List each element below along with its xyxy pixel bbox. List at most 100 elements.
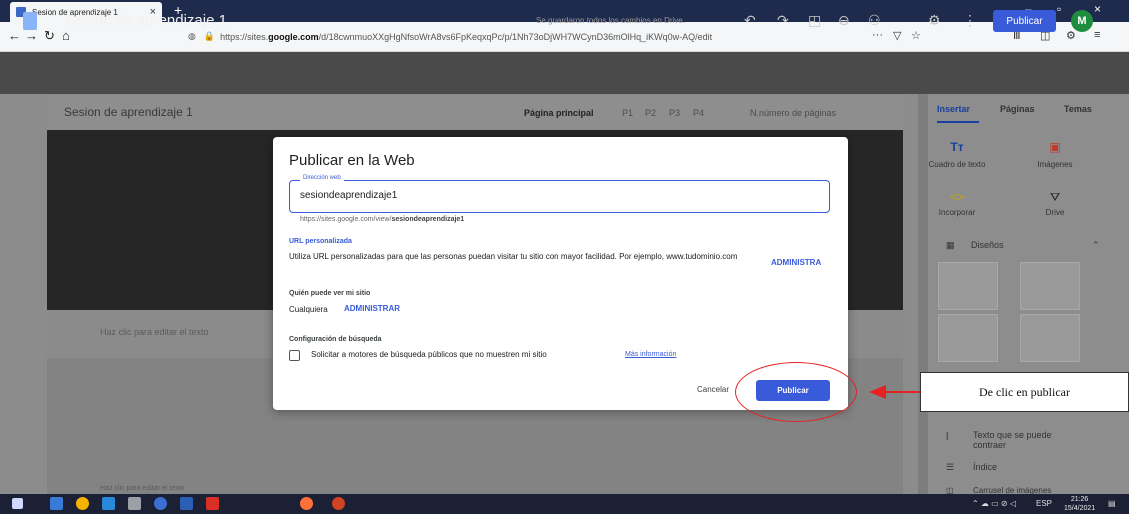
site-document-title[interactable]: Sesión de aprendizaje 1 [66,12,227,29]
reload-icon[interactable]: ↻ [44,28,55,44]
taskbar-app-icon[interactable] [50,497,63,510]
layout-option-1[interactable] [938,262,998,310]
media-icon[interactable] [154,497,167,510]
publish-button-toolbar[interactable]: Publicar [993,10,1056,32]
taskbar-clock[interactable]: 21:26 15/4/2021 [1064,495,1095,513]
pocket-icon[interactable]: ▽ [893,29,901,42]
image-icon[interactable]: ▣ [1025,140,1085,154]
home-icon[interactable]: ⌂ [62,28,70,43]
taskbar [0,494,1129,514]
system-tray-icons[interactable]: ⌃ ☁ ▭ ⊘ ◁ [972,499,1016,508]
sites-logo-icon [23,12,37,30]
tab-pages[interactable]: Páginas [1000,104,1035,114]
preview-icon[interactable]: ◰ [808,12,821,29]
acrobat-icon[interactable] [206,497,219,510]
paint-icon[interactable] [128,497,141,510]
menu-icon[interactable]: ≡ [1094,29,1100,41]
bookmark-star-icon[interactable]: ☆ [911,29,921,42]
highlight-ellipse [735,362,857,422]
save-status: Se guardaron todos los cambios en Drive. [536,16,685,25]
more-vert-icon[interactable]: ⋮ [963,12,977,29]
search-opt-out-checkbox[interactable] [289,350,300,361]
windows-start-icon[interactable] [12,498,23,509]
custom-url-manage-link[interactable]: ADMINISTRA [771,258,821,267]
nav-p3: P3 [669,108,681,118]
site-name: Sesion de aprendizaje 1 [64,105,193,119]
url-preview: https://sites.google.com/view/sesiondeap… [300,216,464,223]
edit-text-hint-2: Haz clic para editar el texto [100,485,185,492]
link-icon[interactable]: ⊖ [838,12,850,29]
custom-url-text: Utiliza URL personalizadas para que las … [289,252,738,261]
layouts-heading[interactable]: Diseños [971,240,1004,250]
layout-option-2[interactable] [1020,262,1080,310]
insert-embed-label[interactable]: Incorporar [927,208,987,217]
edit-text-hint: Haz clic para editar el texto [100,327,209,337]
index-label[interactable]: Índice [973,462,997,472]
web-address-field[interactable]: Dirección web [289,175,830,213]
notifications-icon[interactable]: ▤ [1108,499,1116,508]
collapsible-text-icon: Ī [946,432,949,442]
shield-icon: ◍ [188,31,196,41]
close-window-button[interactable]: × [1094,2,1101,16]
powerpoint-icon[interactable] [332,497,345,510]
url-preview-name: sesiondeaprendizaje1 [391,216,465,223]
index-icon: ☰ [946,462,955,472]
text-box-icon[interactable]: Tт [927,140,987,154]
insert-drive-label[interactable]: Drive [1025,208,1085,217]
language-indicator[interactable]: ESP [1036,499,1052,508]
layout-option-3[interactable] [938,314,998,362]
nav-home: Página principal [524,108,594,118]
collapsible-text-label[interactable]: Texto que se puede contraer [973,430,1053,450]
forward-icon[interactable]: → [25,28,38,43]
embed-icon[interactable]: <> [927,190,987,204]
search-opt-out-label: Solicitar a motores de búsqueda públicos… [311,350,547,359]
url-domain: google.com [268,31,319,42]
cancel-button[interactable]: Cancelar [697,385,729,394]
share-icon[interactable]: ⚇ [868,12,881,29]
tab-themes[interactable]: Temas [1064,104,1092,114]
web-address-input[interactable] [300,190,800,201]
clock-date: 15/4/2021 [1064,505,1096,512]
dialog-title: Publicar en la Web [289,152,415,169]
active-tab-indicator [937,121,979,123]
settings-icon[interactable]: ⚙ [928,12,941,29]
sites-toolbar [0,52,1129,94]
nav-p2: P2 [645,108,657,118]
tab-insert[interactable]: Insertar [937,104,970,114]
url-preview-prefix: https://sites.google.com/view/ [300,216,392,223]
back-icon[interactable]: ← [8,28,21,43]
search-settings-heading: Configuración de búsqueda [289,336,382,343]
nav-more-pages: N.número de páginas [750,108,837,118]
who-can-see-heading: Quién puede ver mi sitio [289,290,371,297]
layouts-icon: ▦ [946,240,955,250]
more-info-link[interactable]: Más información [625,351,676,358]
canvas-scrollbar[interactable] [918,94,928,494]
collapse-icon[interactable]: ⌃ [1092,240,1100,251]
chrome-icon[interactable] [76,497,89,510]
drive-icon[interactable]: ⛛ [1025,190,1085,205]
clock-time: 21:26 [1070,496,1089,503]
insert-text-box-label[interactable]: Cuadro de texto [927,160,987,169]
arrow-head [869,385,886,399]
nav-p4: P4 [693,108,705,118]
avatar[interactable]: M [1071,10,1093,32]
lock-icon: 🔒 [203,31,216,41]
word-icon[interactable] [180,497,193,510]
mail-icon[interactable] [102,497,115,510]
arrow-line [885,391,920,393]
extension-icon[interactable]: ⚙ [1066,29,1076,42]
who-can-see-value: Cualquiera [289,305,328,314]
custom-url-heading: URL personalizada [289,238,352,245]
layout-option-4[interactable] [1020,314,1080,362]
redo-icon[interactable]: ↷ [777,12,789,29]
url-path: /d/18cwnmuoXXgHgNfsoWrA8vs6FpKeqxqPc/p/1… [318,31,713,42]
restore-button[interactable]: ▫ [1057,2,1061,16]
insert-images-label[interactable]: Imágenes [1025,160,1085,169]
url-prefix: https://sites. [220,31,269,42]
who-can-see-manage-link[interactable]: ADMINISTRAR [344,304,400,313]
undo-icon[interactable]: ↶ [744,12,756,29]
instruction-callout: De clic en publicar [920,372,1129,412]
firefox-icon[interactable] [300,497,313,510]
page-actions-icon[interactable]: ··· [872,29,883,41]
web-address-label: Dirección web [300,175,344,181]
